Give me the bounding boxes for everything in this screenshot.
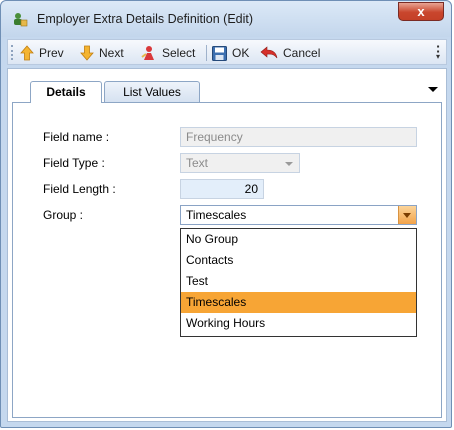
window-title: Employer Extra Details Definition (Edit) — [37, 12, 254, 26]
select-label: Select — [162, 46, 196, 60]
dialog-window: Employer Extra Details Definition (Edit)… — [0, 0, 452, 428]
toolbar-separator — [206, 45, 207, 61]
close-button[interactable]: x — [398, 2, 444, 21]
tab-menu-chevron-down-icon[interactable] — [428, 87, 438, 92]
field-name-label: Field name : — [43, 130, 110, 144]
dropdown-arrow-icon[interactable] — [398, 206, 416, 224]
title-bar[interactable]: Employer Extra Details Definition (Edit)… — [1, 1, 451, 37]
chevron-down-icon — [285, 162, 293, 166]
next-button[interactable]: Next — [80, 43, 124, 63]
prev-label: Prev — [39, 46, 64, 60]
dropdown-option-working-hours[interactable]: Working Hours — [181, 313, 416, 334]
prev-button[interactable]: Prev — [20, 43, 64, 63]
ok-label: OK — [232, 46, 250, 60]
tab-details[interactable]: Details — [30, 81, 102, 103]
field-type-select[interactable]: Text — [180, 153, 300, 173]
client-area: Details List Values Field name : Frequen… — [7, 68, 447, 422]
cancel-label: Cancel — [283, 46, 321, 60]
field-type-value: Text — [186, 156, 209, 170]
field-length-label: Field Length : — [43, 182, 116, 196]
select-button[interactable]: Select — [141, 43, 195, 63]
cancel-button[interactable]: Cancel — [260, 43, 320, 63]
app-icon — [12, 11, 28, 27]
toolbar: Prev Next Select OK Cancel ▪ ▪ ▾ — [7, 39, 447, 65]
select-person-icon — [141, 46, 154, 60]
group-label: Group : — [43, 208, 84, 222]
arrow-up-icon — [20, 45, 34, 61]
save-disk-icon — [212, 45, 227, 61]
arrow-down-icon — [80, 45, 94, 61]
group-select-value: Timescales — [186, 208, 247, 222]
group-select[interactable]: Timescales — [180, 205, 417, 225]
group-dropdown-list: No Group Contacts Test Timescales Workin… — [180, 228, 417, 337]
toolbar-overflow-icon[interactable]: ▪ ▪ ▾ — [434, 43, 442, 61]
field-type-label: Field Type : — [43, 156, 105, 170]
undo-arrow-icon — [260, 46, 278, 59]
toolbar-grip-icon[interactable] — [11, 45, 15, 60]
next-label: Next — [99, 46, 124, 60]
tab-list-values-label: List Values — [123, 85, 181, 99]
dropdown-option-test[interactable]: Test — [181, 271, 416, 292]
tab-details-label: Details — [46, 85, 86, 99]
dropdown-option-contacts[interactable]: Contacts — [181, 250, 416, 271]
details-panel: Field name : Frequency Field Type : Text… — [12, 102, 442, 418]
close-icon: x — [417, 4, 425, 19]
dropdown-option-no-group[interactable]: No Group — [181, 229, 416, 250]
field-length-input[interactable]: 20 — [180, 179, 264, 199]
field-name-input[interactable]: Frequency — [180, 127, 417, 147]
dropdown-option-timescales[interactable]: Timescales — [181, 292, 416, 313]
tab-list-values[interactable]: List Values — [104, 81, 200, 102]
ok-button[interactable]: OK — [212, 43, 249, 63]
